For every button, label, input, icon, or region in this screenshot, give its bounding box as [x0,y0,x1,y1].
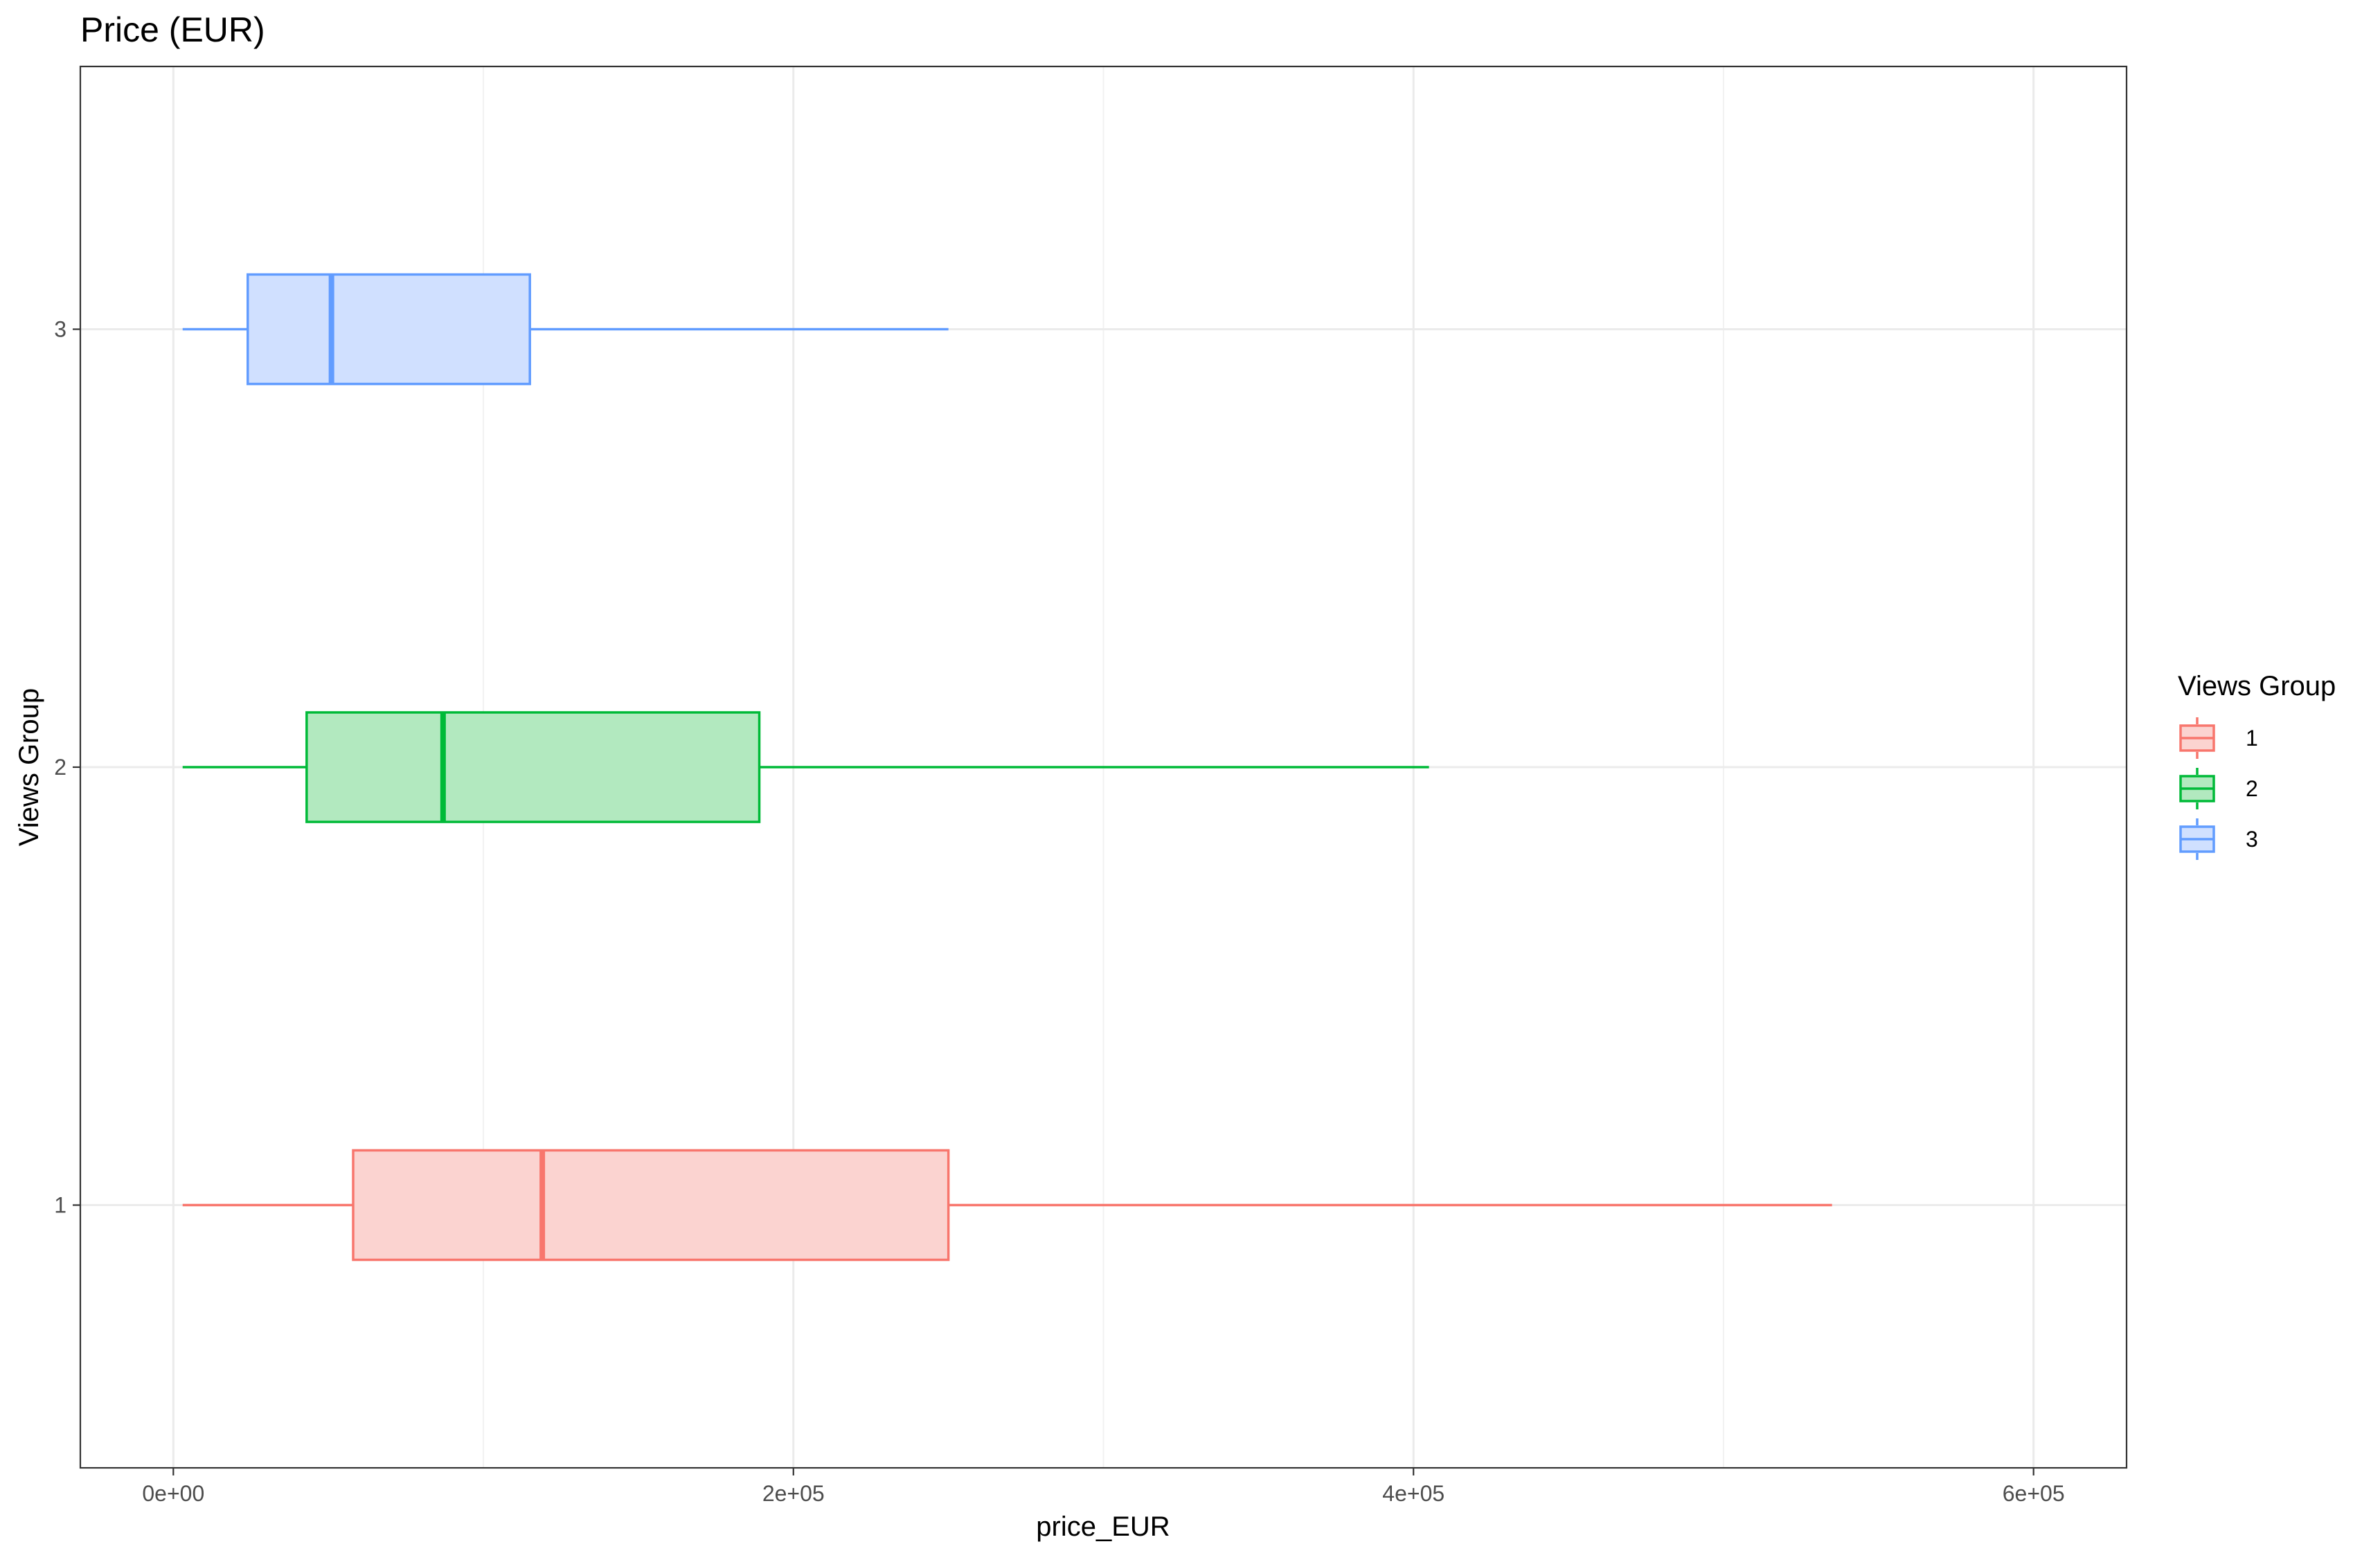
chart-title: Price (EUR) [80,10,265,49]
chart: Price (EUR) 0e+00 2e+05 4e+05 6e+05 1 2 3 pri… [0,0,2380,1553]
legend-item-label: 1 [2246,726,2258,751]
y-axis-label: Views Group [14,688,44,846]
legend-item-label: 3 [2246,827,2258,852]
x-axis-label: price_EUR [1036,1511,1170,1542]
x-tick-label: 2e+05 [762,1481,825,1506]
x-tick-label: 4e+05 [1382,1481,1444,1506]
y-tick-label: 3 [54,317,66,342]
legend-title: Views Group [2178,671,2336,701]
y-tick-label: 1 [54,1193,66,1218]
box [247,273,531,386]
x-tick-label: 6e+05 [2003,1481,2065,1506]
box [305,711,761,823]
legend-item-label: 2 [2246,776,2258,801]
x-tick-label: 0e+00 [142,1481,204,1506]
y-tick-label: 2 [54,755,66,780]
box [352,1149,950,1262]
